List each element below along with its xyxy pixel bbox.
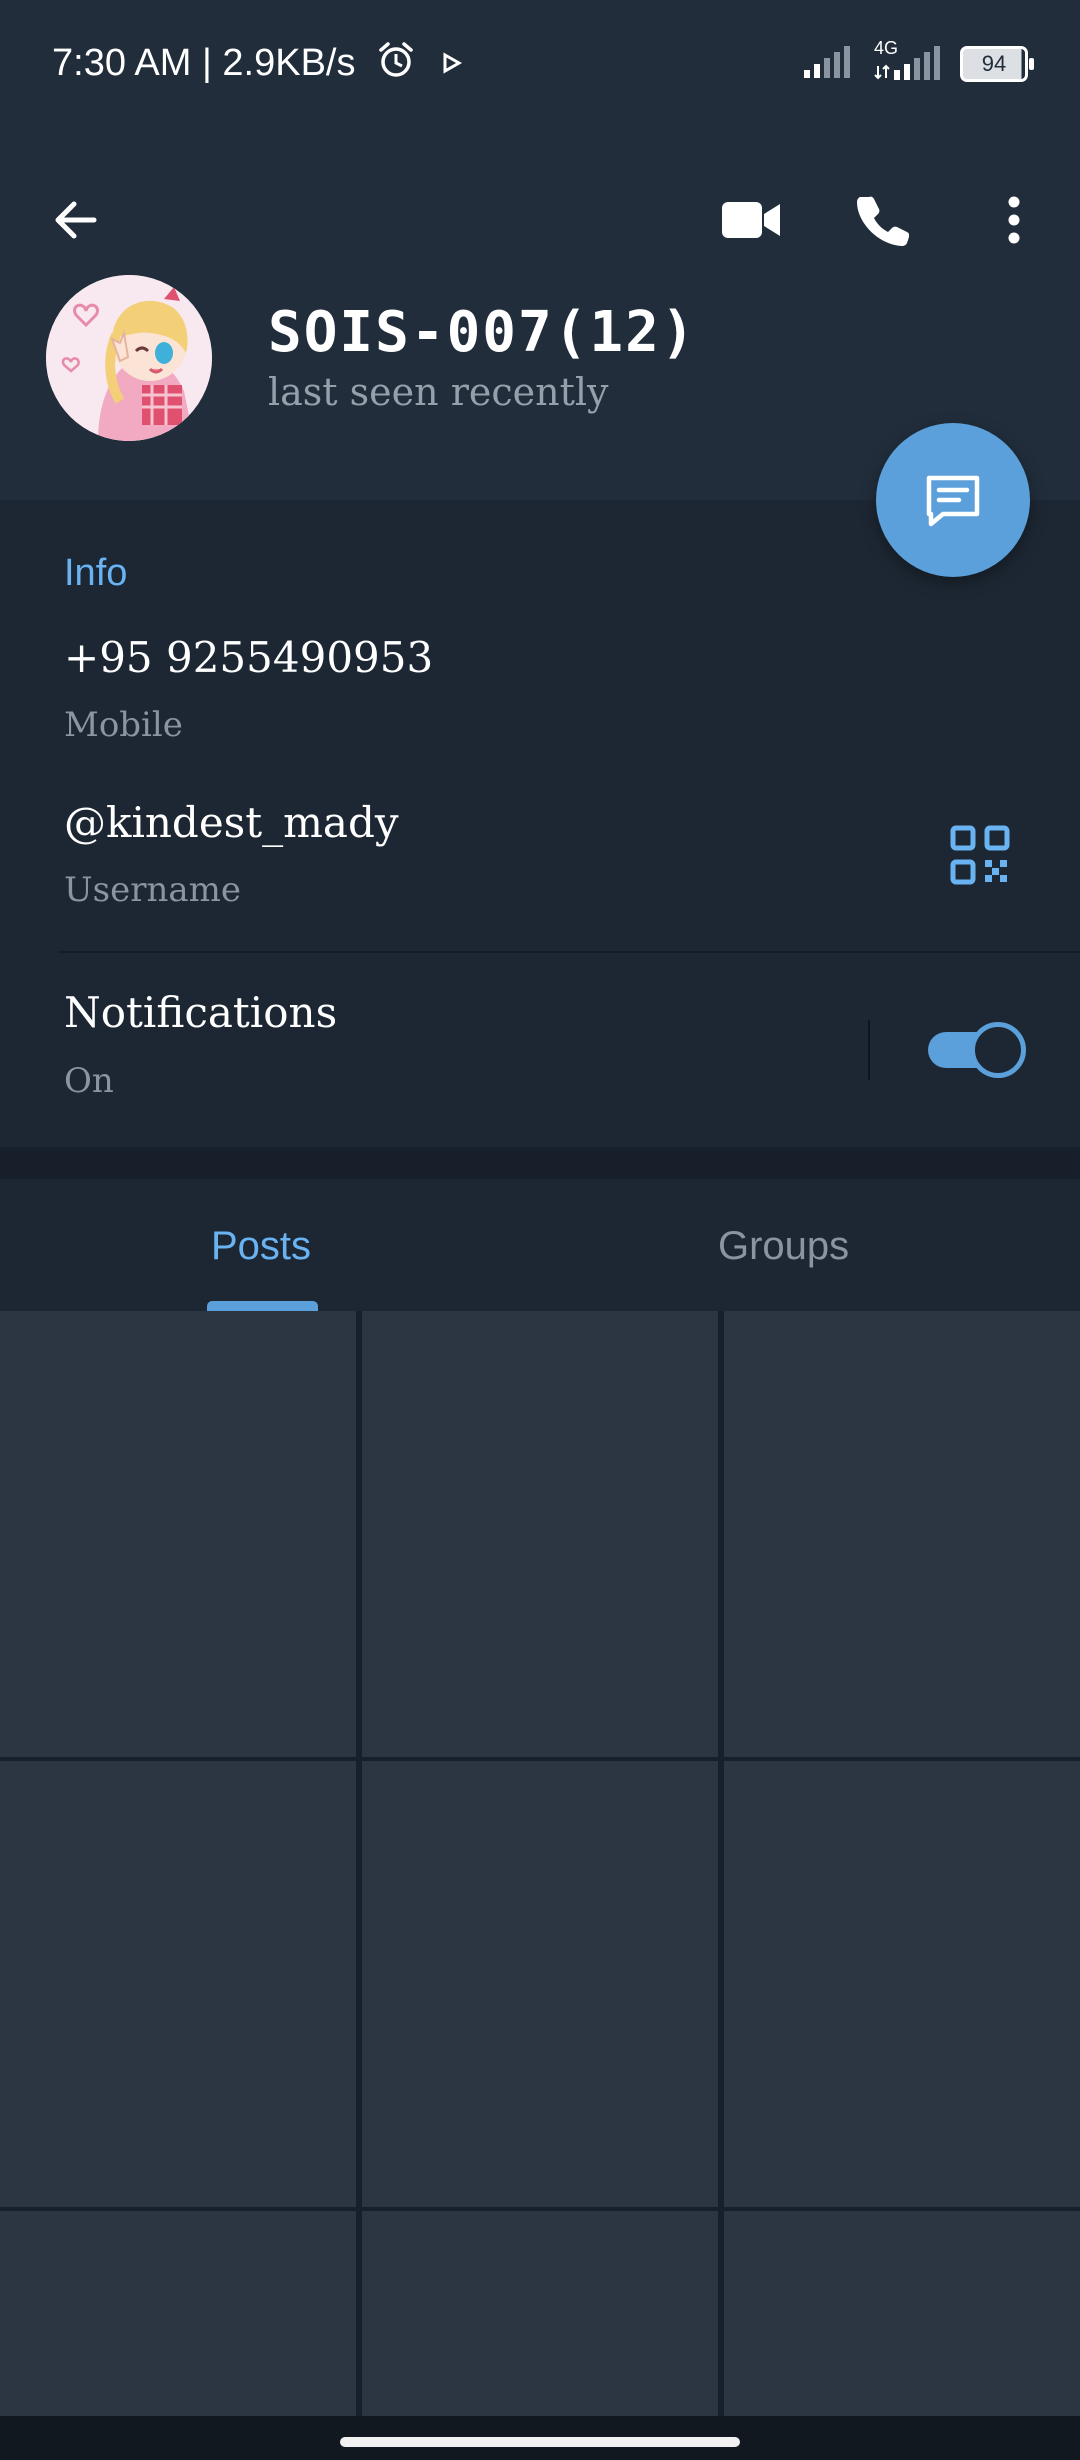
status-time-speed: 7:30 AM | 2.9KB/s <box>52 42 356 85</box>
toggle-knob <box>970 1022 1026 1078</box>
video-call-button[interactable] <box>712 180 792 260</box>
phone-icon <box>857 196 909 246</box>
signal-4g-icon: 4G <box>872 38 942 84</box>
status-right: 4G 94 <box>802 38 1034 88</box>
notifications-toggle[interactable] <box>928 1022 1026 1078</box>
info-section-title: Info <box>64 552 128 594</box>
more-menu-button[interactable] <box>974 180 1054 260</box>
alarm-icon <box>376 40 416 90</box>
signal-icon <box>802 44 854 84</box>
back-button[interactable] <box>36 180 116 260</box>
qr-code-icon <box>950 825 1010 885</box>
info-section: Info +95 9255490953 Mobile @kindest_mady… <box>0 500 1080 1147</box>
grid-cell[interactable] <box>362 1311 718 1757</box>
more-vert-icon <box>1008 196 1020 244</box>
grid-cell[interactable] <box>362 1761 718 2207</box>
home-gesture-handle[interactable] <box>340 2437 740 2447</box>
notifications-state: On <box>64 1061 114 1101</box>
avatar[interactable] <box>46 275 212 441</box>
grid-cell[interactable] <box>0 2211 356 2416</box>
notifications-title: Notifications <box>64 988 338 1037</box>
grid-cell[interactable] <box>724 1311 1080 1757</box>
send-message-button[interactable] <box>876 423 1030 577</box>
status-left: 7:30 AM | 2.9KB/s <box>52 40 465 90</box>
profile-status: last seen recently <box>268 370 609 414</box>
grid-cell[interactable] <box>724 2211 1080 2416</box>
username-label: Username <box>64 870 242 910</box>
grid-cell[interactable] <box>362 2211 718 2416</box>
call-button[interactable] <box>842 180 922 260</box>
profile-name: SOIS-007(12) <box>268 300 697 365</box>
status-bar: 7:30 AM | 2.9KB/s 4G 94 <box>0 0 1080 130</box>
tab-groups[interactable]: Groups <box>718 1224 849 1269</box>
navigation-bar <box>0 2416 1080 2460</box>
play-icon <box>437 44 465 87</box>
grid-cell[interactable] <box>0 1311 356 1757</box>
message-icon <box>926 475 980 527</box>
divider <box>868 1020 870 1080</box>
video-call-icon <box>722 202 780 238</box>
divider <box>58 951 1080 953</box>
posts-grid <box>0 1311 1080 2416</box>
qr-code-button[interactable] <box>950 825 1010 885</box>
battery-indicator: 94 <box>960 46 1034 82</box>
grid-cell[interactable] <box>724 1761 1080 2207</box>
grid-cell[interactable] <box>0 1761 356 2207</box>
phone-number: +95 9255490953 <box>64 633 434 682</box>
username: @kindest_mady <box>64 798 399 847</box>
back-arrow-icon <box>55 201 97 239</box>
phone-label: Mobile <box>64 705 183 745</box>
tab-posts[interactable]: Posts <box>211 1224 311 1269</box>
media-tabs: Posts Groups <box>0 1179 1080 1311</box>
active-tab-indicator <box>207 1301 318 1311</box>
section-separator <box>0 1147 1080 1179</box>
